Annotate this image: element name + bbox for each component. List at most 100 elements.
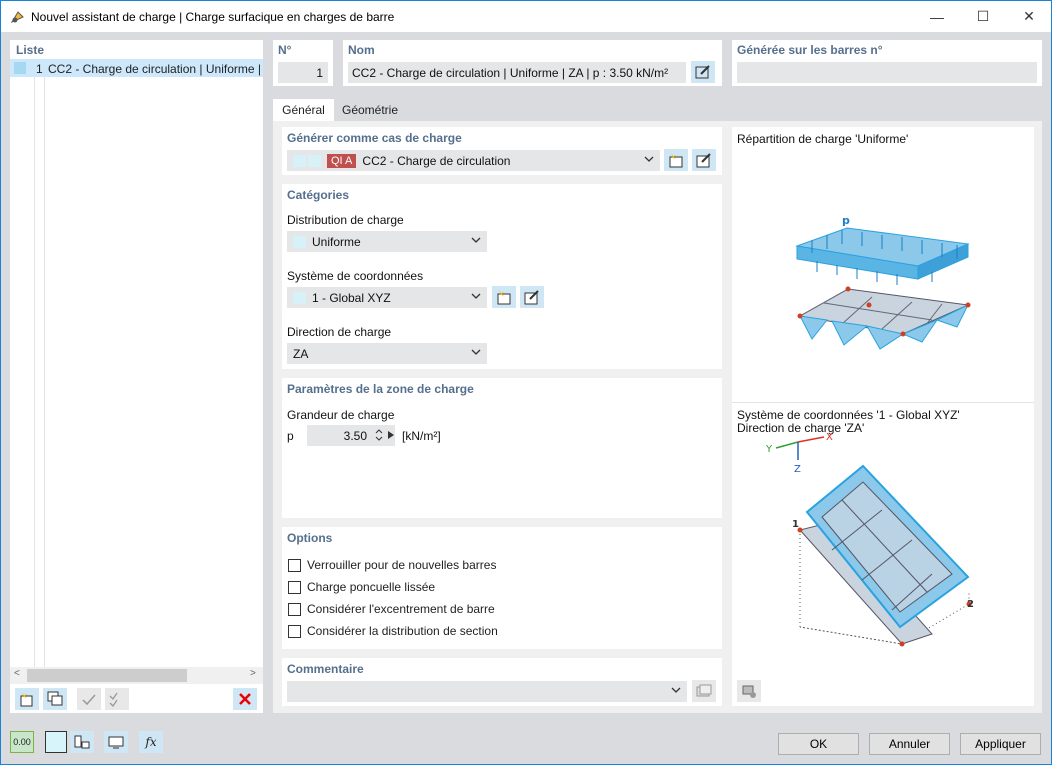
option-lock-new-members[interactable]: Verrouiller pour de nouvelles barres	[288, 558, 496, 572]
comment-section: Commentaire	[282, 658, 722, 706]
spinner-icon[interactable]	[374, 428, 384, 442]
uniform-load-diagram: p	[795, 214, 971, 350]
display-button[interactable]	[70, 731, 94, 753]
option-member-eccentricity[interactable]: Considérer l'excentrement de barre	[288, 602, 495, 616]
new-coord-system-button[interactable]	[492, 286, 516, 308]
magnitude-symbol: p	[287, 429, 294, 443]
checkbox[interactable]	[288, 558, 301, 572]
edit-name-button[interactable]	[691, 61, 715, 83]
chevron-down-icon	[471, 349, 481, 355]
params-header: Paramètres de la zone de charge	[287, 382, 474, 396]
direction-select[interactable]: ZA	[287, 343, 487, 364]
option-label: Considérer l'excentrement de barre	[307, 602, 495, 616]
horizontal-scrollbar[interactable]: < >	[10, 667, 263, 684]
option-label: Verrouiller pour de nouvelles barres	[307, 558, 497, 572]
comment-library-button[interactable]	[692, 680, 716, 702]
copy-item-button[interactable]	[43, 688, 67, 710]
option-label: Considérer la distribution de section	[307, 624, 498, 638]
check-button[interactable]	[77, 688, 101, 710]
name-header: Nom	[348, 43, 375, 57]
coordinate-system-diagram: X Y Z 1 2	[765, 432, 974, 647]
tree-guide	[44, 77, 45, 667]
option-label: Charge poncuelle lissée	[307, 580, 436, 594]
new-item-button[interactable]	[15, 688, 39, 710]
edit-coord-system-button[interactable]	[520, 286, 544, 308]
list-header: Liste	[16, 43, 45, 57]
number-field[interactable]: 1	[278, 62, 328, 83]
new-icon	[669, 153, 683, 168]
new-load-case-button[interactable]	[664, 149, 688, 171]
cancel-button[interactable]: Annuler	[869, 733, 950, 755]
generated-field[interactable]	[737, 62, 1037, 83]
name-field[interactable]: CC2 - Charge de circulation | Uniforme |…	[348, 62, 686, 83]
option-section-distribution[interactable]: Considérer la distribution de section	[288, 624, 498, 638]
list-panel: Liste 1 CC2 - Charge de circulation | Un…	[10, 40, 263, 713]
new-icon	[497, 290, 511, 305]
option-smooth-point-load[interactable]: Charge poncuelle lissée	[288, 580, 435, 594]
formula-button[interactable]: fx	[139, 731, 163, 753]
number-header: N°	[278, 43, 292, 57]
magnitude-label: Grandeur de charge	[287, 408, 395, 422]
chevron-down-icon	[671, 687, 681, 693]
list-item-number: 1	[36, 62, 43, 76]
scrollbar-thumb[interactable]	[27, 669, 187, 682]
view-button[interactable]	[104, 731, 128, 753]
tab-geometry[interactable]: Géométrie	[334, 99, 406, 121]
edit-icon	[524, 290, 539, 305]
preview-options-button[interactable]	[737, 680, 761, 702]
svg-text:Z: Z	[794, 464, 801, 475]
load-case-select[interactable]: QI A CC2 - Charge de circulation	[287, 150, 660, 171]
checkbox[interactable]	[288, 602, 301, 616]
edit-load-case-button[interactable]	[692, 149, 716, 171]
preview-title-coord: Système de coordonnées '1 - Global XYZ'	[737, 408, 960, 422]
number-panel: N° 1	[273, 40, 333, 86]
close-window-button[interactable]: ✕	[1006, 1, 1052, 32]
copy-icon	[47, 691, 63, 706]
edit-icon	[696, 153, 711, 168]
checkbox[interactable]	[288, 580, 301, 594]
new-icon	[20, 692, 33, 707]
window-title: Nouvel assistant de charge | Charge surf…	[31, 10, 395, 24]
preview-panel: Répartition de charge 'Uniforme' p Systè…	[732, 127, 1034, 706]
categories-section: Catégories Distribution de charge Unifor…	[282, 184, 722, 369]
distribution-value: Uniforme	[312, 234, 361, 249]
check-list-icon	[109, 692, 118, 707]
color-button[interactable]	[45, 731, 67, 753]
svg-text:1: 1	[792, 519, 799, 530]
coord-system-select[interactable]: 1 - Global XYZ	[287, 287, 487, 308]
generated-panel: Générée sur les barres n°	[732, 40, 1042, 86]
color-swatch-icon	[293, 235, 306, 248]
distribution-select[interactable]: Uniforme	[287, 231, 487, 252]
units-button[interactable]: 0.00	[10, 731, 34, 753]
generated-header: Générée sur les barres n°	[737, 43, 883, 57]
check-icon	[82, 694, 96, 706]
comment-input[interactable]	[287, 681, 687, 702]
options-header: Options	[287, 531, 333, 545]
tab-general[interactable]: Général	[273, 99, 334, 121]
svg-text:Y: Y	[765, 444, 773, 455]
play-arrow-icon[interactable]	[387, 430, 395, 440]
generate-section: Générer comme cas de charge QI A CC2 - C…	[282, 127, 722, 175]
checkbox[interactable]	[288, 624, 301, 638]
coord-system-value: 1 - Global XYZ	[312, 290, 391, 305]
direction-value: ZA	[293, 346, 309, 361]
check-all-button[interactable]	[105, 688, 129, 710]
minimize-button[interactable]: —	[914, 1, 960, 32]
maximize-button[interactable]: ☐	[960, 1, 1006, 32]
chevron-down-icon	[644, 156, 654, 162]
delete-button[interactable]	[233, 688, 257, 710]
library-icon	[696, 684, 712, 697]
apply-button[interactable]: Appliquer	[960, 733, 1041, 755]
distribution-label: Distribution de charge	[287, 213, 404, 227]
title-bar: Nouvel assistant de charge | Charge surf…	[0, 0, 1052, 32]
color-swatch-icon	[293, 154, 306, 167]
categories-header: Catégories	[287, 188, 350, 202]
svg-text:X: X	[826, 432, 833, 443]
delete-icon	[239, 693, 251, 705]
color-swatch-icon	[308, 154, 321, 167]
load-category-badge: QI A	[327, 153, 357, 168]
list-item[interactable]: 1 CC2 - Charge de circulation | Uniforme…	[10, 59, 263, 77]
settings-icon	[742, 685, 756, 698]
edit-icon	[695, 65, 710, 79]
ok-button[interactable]: OK	[778, 733, 859, 755]
